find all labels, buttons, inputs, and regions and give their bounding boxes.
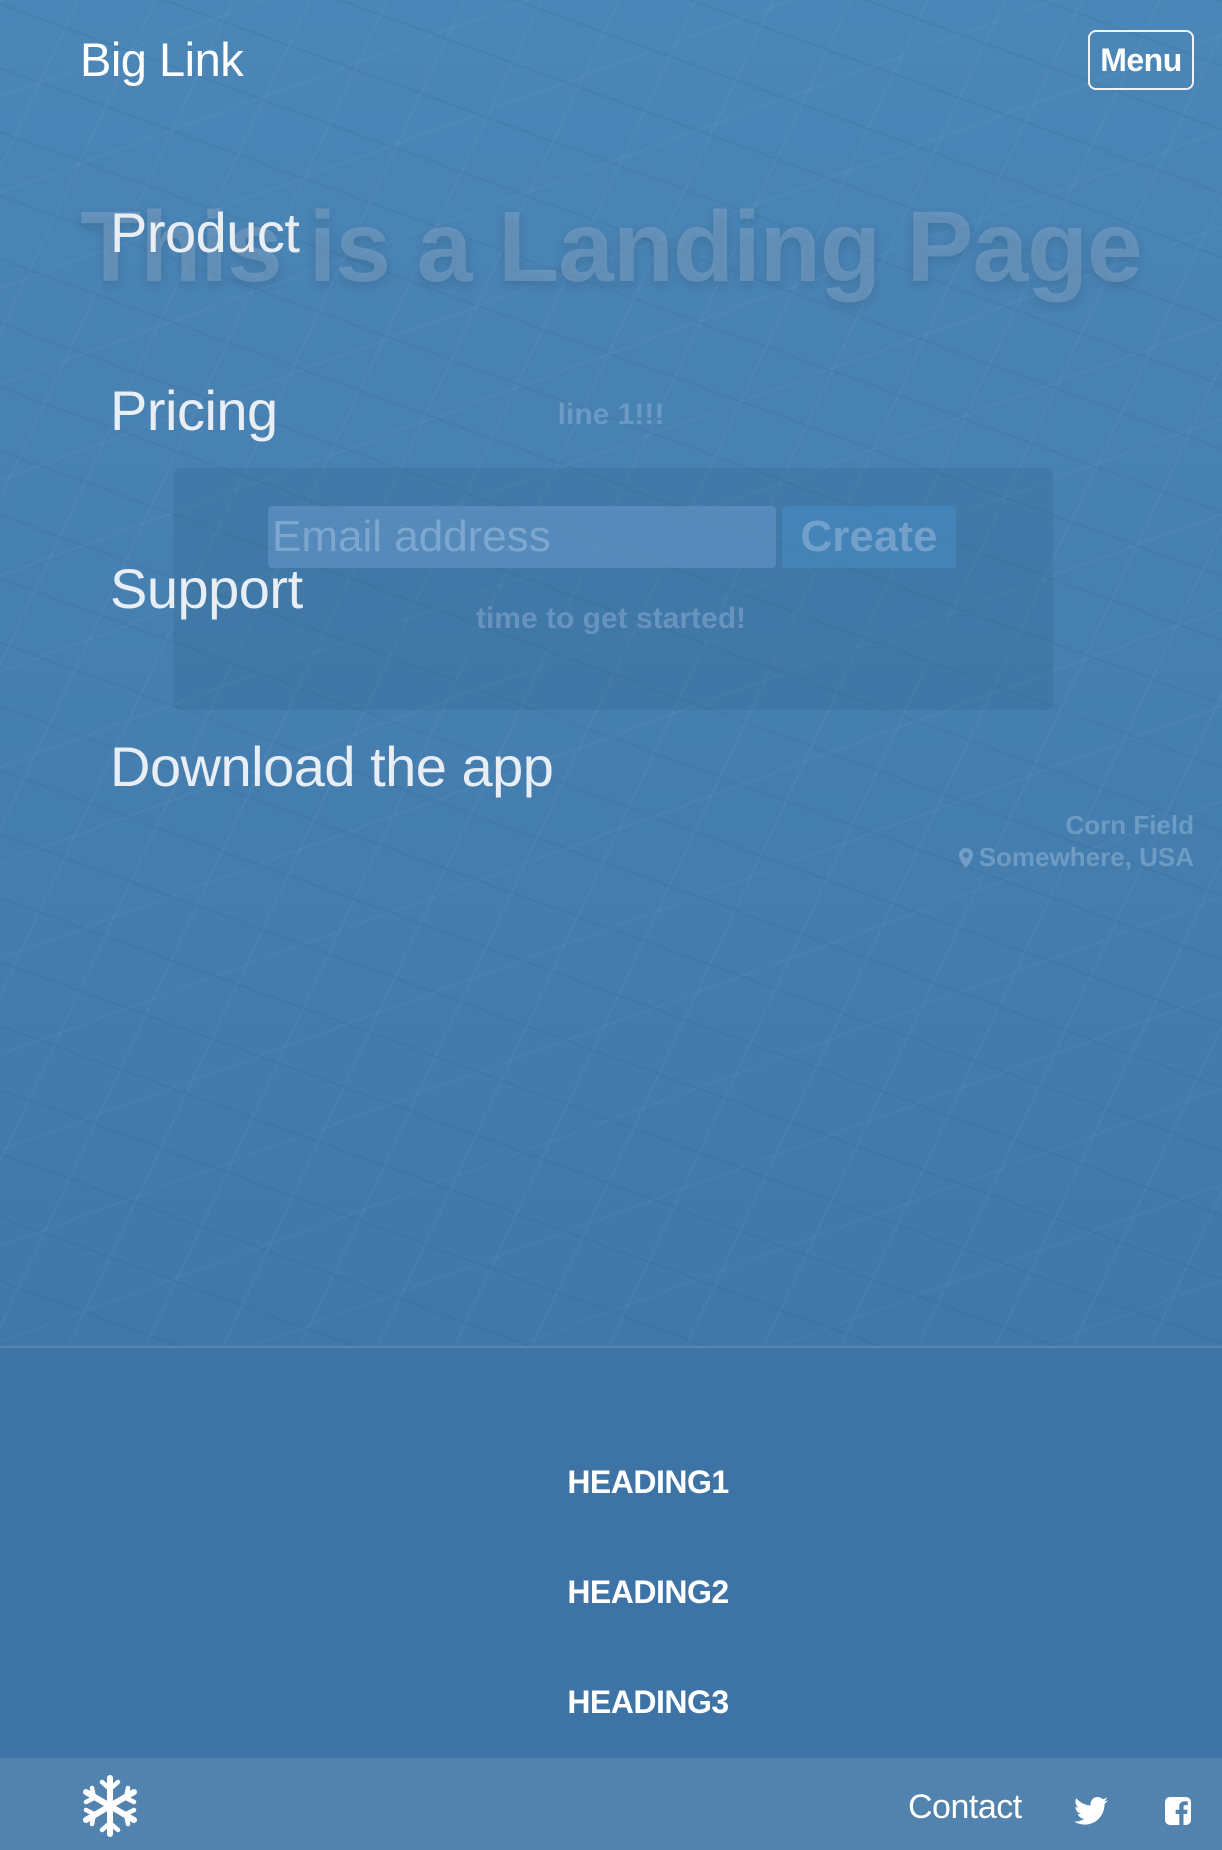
snowflake-icon[interactable]	[80, 1774, 140, 1838]
contact-link[interactable]: Contact	[908, 1788, 1022, 1827]
nav-item-download-app[interactable]: Download the app	[110, 734, 554, 799]
twitter-icon[interactable]	[1074, 1796, 1108, 1826]
nav-item-pricing[interactable]: Pricing	[110, 378, 278, 443]
bottom-bar	[0, 1758, 1222, 1850]
nav-item-support[interactable]: Support	[110, 556, 303, 621]
section-divider	[0, 1346, 1222, 1348]
nav-item-product[interactable]: Product	[110, 200, 300, 265]
menu-button[interactable]: Menu	[1088, 30, 1194, 90]
footer-heading-1: HEADING1	[567, 1464, 729, 1500]
caption-location-text: Somewhere, USA	[978, 842, 1194, 872]
footer-heading-3: HEADING3	[567, 1684, 729, 1720]
brand-logo-text[interactable]: Big Link	[80, 32, 244, 87]
facebook-icon[interactable]	[1164, 1796, 1192, 1826]
signup-panel	[173, 468, 1053, 710]
map-pin-icon	[958, 844, 973, 868]
create-button[interactable]: Create	[782, 506, 956, 568]
email-field[interactable]	[268, 506, 776, 568]
footer-heading-2: HEADING2	[567, 1574, 729, 1610]
photo-caption-location: Somewhere, USA	[958, 842, 1194, 873]
photo-caption-place: Corn Field	[1065, 810, 1194, 840]
